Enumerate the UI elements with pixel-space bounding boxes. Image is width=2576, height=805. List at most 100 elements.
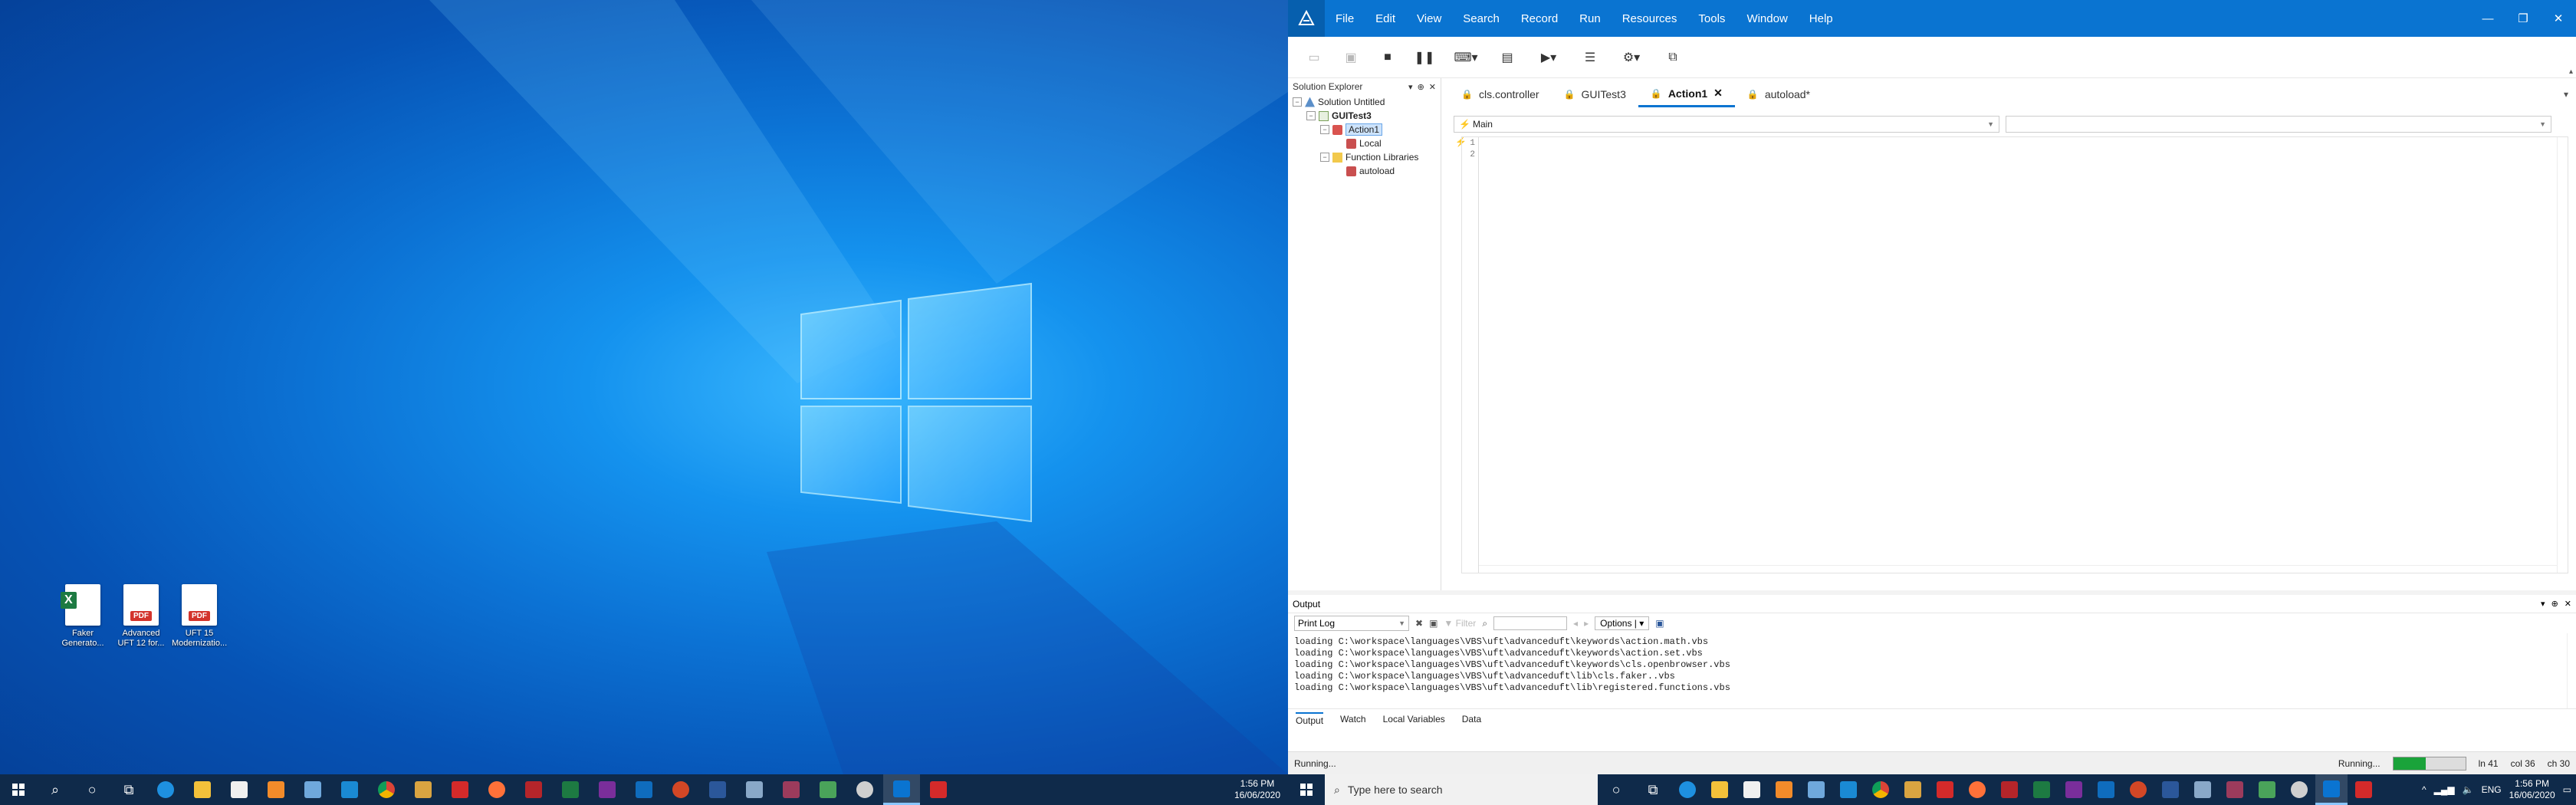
tree-node-local[interactable]: Local (1293, 136, 1441, 150)
taskbar-app-media[interactable] (258, 774, 294, 805)
menu-view[interactable]: View (1406, 12, 1452, 25)
cortana-button[interactable]: ○ (1598, 774, 1635, 805)
tab-action1[interactable]: 🔒 Action1 ✕ (1638, 81, 1735, 107)
start-button[interactable] (1288, 774, 1325, 805)
tab-guitest3[interactable]: 🔒 GUITest3 (1552, 81, 1638, 107)
menu-tools[interactable]: Tools (1687, 12, 1736, 25)
code-editor[interactable]: 1 2 (1461, 136, 2568, 573)
find-next-button[interactable]: ▸ (1584, 618, 1589, 629)
taskbar-app-media[interactable] (1768, 774, 1800, 805)
tree-node-libraries[interactable]: − Function Libraries (1293, 150, 1441, 164)
log-type-select[interactable]: Print Log ▼ (1294, 616, 1409, 631)
output-log[interactable]: loading C:\workspace\languages\VBS\uft\a… (1288, 633, 2576, 708)
save-all-button[interactable]: ▣ (1337, 44, 1365, 71)
task-view-button[interactable]: ⧉ (1635, 774, 1671, 805)
taskbar-app-uft-active[interactable] (883, 774, 920, 805)
tab-cls-controller[interactable]: 🔒 cls.controller (1449, 81, 1552, 107)
tab-data[interactable]: Data (1462, 714, 1481, 724)
clear-output-button[interactable]: ✖ (1415, 618, 1423, 629)
menu-edit[interactable]: Edit (1365, 12, 1406, 25)
pin-icon[interactable]: ⊕ (2551, 599, 2558, 609)
taskbar-app-word[interactable] (2154, 774, 2187, 805)
run-dropdown-button[interactable]: ▶▾ (1530, 44, 1567, 71)
tab-output[interactable]: Output (1296, 711, 1324, 726)
tab-overflow-icon[interactable]: ▾ (2564, 89, 2568, 100)
taskbar-app-outlook[interactable] (626, 774, 662, 805)
taskbar-app-3[interactable] (2251, 774, 2283, 805)
taskbar-app-uft[interactable] (736, 774, 773, 805)
taskbar-app-archive[interactable] (1897, 774, 1929, 805)
copy-output-button[interactable]: ▣ (1429, 618, 1438, 629)
taskbar-app-chrome[interactable] (1865, 774, 1897, 805)
cortana-button[interactable]: ○ (74, 774, 110, 805)
language-indicator[interactable]: ENG (2482, 784, 2502, 795)
horizontal-scrollbar[interactable] (1479, 565, 2557, 573)
pin-icon[interactable]: ⊕ (1418, 82, 1424, 92)
find-previous-button[interactable]: ◂ (1573, 618, 1578, 629)
taskbar-app-acrobat[interactable] (920, 774, 957, 805)
menu-help[interactable]: Help (1799, 12, 1844, 25)
menu-record[interactable]: Record (1510, 12, 1569, 25)
tree-node-test[interactable]: − GUITest3 (1293, 109, 1441, 123)
menu-file[interactable]: File (1325, 12, 1365, 25)
taskbar-app-store[interactable] (1736, 774, 1768, 805)
close-button[interactable]: ✕ (2541, 0, 2576, 37)
taskbar-app-onenote[interactable] (2058, 774, 2090, 805)
tree-node-autoload[interactable]: autoload (1293, 164, 1441, 178)
tab-local-variables[interactable]: Local Variables (1383, 714, 1445, 724)
taskbar-app-3[interactable] (810, 774, 846, 805)
taskbar-app-uft[interactable] (2187, 774, 2219, 805)
close-tab-icon[interactable]: ✕ (1714, 87, 1723, 100)
taskbar-app-4[interactable] (846, 774, 883, 805)
collapse-icon[interactable]: − (1320, 125, 1329, 134)
taskbar-app-powerpoint[interactable] (2122, 774, 2154, 805)
settings-dropdown-button[interactable]: ⚙▾ (1613, 44, 1650, 71)
member-combo[interactable]: ▼ (2006, 116, 2551, 133)
collapse-icon[interactable]: − (1320, 153, 1329, 162)
menu-window[interactable]: Window (1736, 12, 1798, 25)
scope-combo[interactable]: ⚡ Main ▼ (1454, 116, 1999, 133)
panel-menu-icon[interactable]: ▾ (2541, 599, 2545, 609)
clock[interactable]: 1:56 PM 16/06/2020 (1234, 778, 1280, 801)
taskbar-app-powerpoint[interactable] (662, 774, 699, 805)
close-icon[interactable]: ✕ (1429, 82, 1436, 92)
object-repository-button[interactable]: ▤ (1493, 44, 1521, 71)
notifications-icon[interactable]: ▭ (2563, 784, 2571, 795)
taskbar-app-uft-active[interactable] (2315, 774, 2348, 805)
volume-icon[interactable]: 🔈 (2463, 784, 2474, 795)
taskbar-app-excel[interactable] (2026, 774, 2058, 805)
taskbar-app-acrobat[interactable] (2348, 774, 2380, 805)
taskbar-app-filezilla[interactable] (1993, 774, 2026, 805)
tab-watch[interactable]: Watch (1340, 714, 1366, 724)
taskbar-app-2[interactable] (773, 774, 810, 805)
taskbar-app-word[interactable] (699, 774, 736, 805)
stop-button[interactable]: ■ (1374, 44, 1401, 71)
restore-button[interactable]: ❐ (2505, 0, 2541, 37)
taskbar-app-filezilla[interactable] (515, 774, 552, 805)
log-scrollbar[interactable] (2567, 633, 2574, 708)
tree-node-solution[interactable]: − Solution Untitled (1293, 95, 1441, 109)
start-button[interactable] (0, 774, 37, 805)
network-icon[interactable]: ▂▄▆ (2434, 784, 2455, 795)
taskbar-app-firefox[interactable] (1961, 774, 1993, 805)
menu-run[interactable]: Run (1569, 12, 1612, 25)
filter-button[interactable]: ▼ Filter (1444, 618, 1476, 629)
pause-button[interactable]: ❚❚ (1411, 44, 1438, 71)
show-hidden-icons-icon[interactable]: ^ (2422, 784, 2426, 795)
taskbar-app-vscode[interactable] (1832, 774, 1865, 805)
taskbar-app-2[interactable] (2219, 774, 2251, 805)
collapse-icon[interactable]: − (1293, 97, 1302, 107)
desktop-icon-faker[interactable]: X Faker Generato... (55, 584, 110, 649)
taskbar-app-outlook[interactable] (2090, 774, 2122, 805)
save-button[interactable]: ▭ (1300, 44, 1328, 71)
taskbar-app-explorer[interactable] (184, 774, 221, 805)
panel-splitter[interactable] (1441, 78, 1446, 590)
taskbar-app-foxit[interactable] (1929, 774, 1961, 805)
taskbar-app-edge[interactable] (1671, 774, 1704, 805)
vertical-scrollbar[interactable] (2557, 137, 2568, 573)
panel-menu-icon[interactable]: ▾ (1408, 82, 1413, 92)
taskbar-app-archive[interactable] (405, 774, 442, 805)
taskbar-app-onenote[interactable] (589, 774, 626, 805)
close-icon[interactable]: ✕ (2564, 599, 2571, 609)
collapse-icon[interactable]: − (1306, 111, 1316, 120)
